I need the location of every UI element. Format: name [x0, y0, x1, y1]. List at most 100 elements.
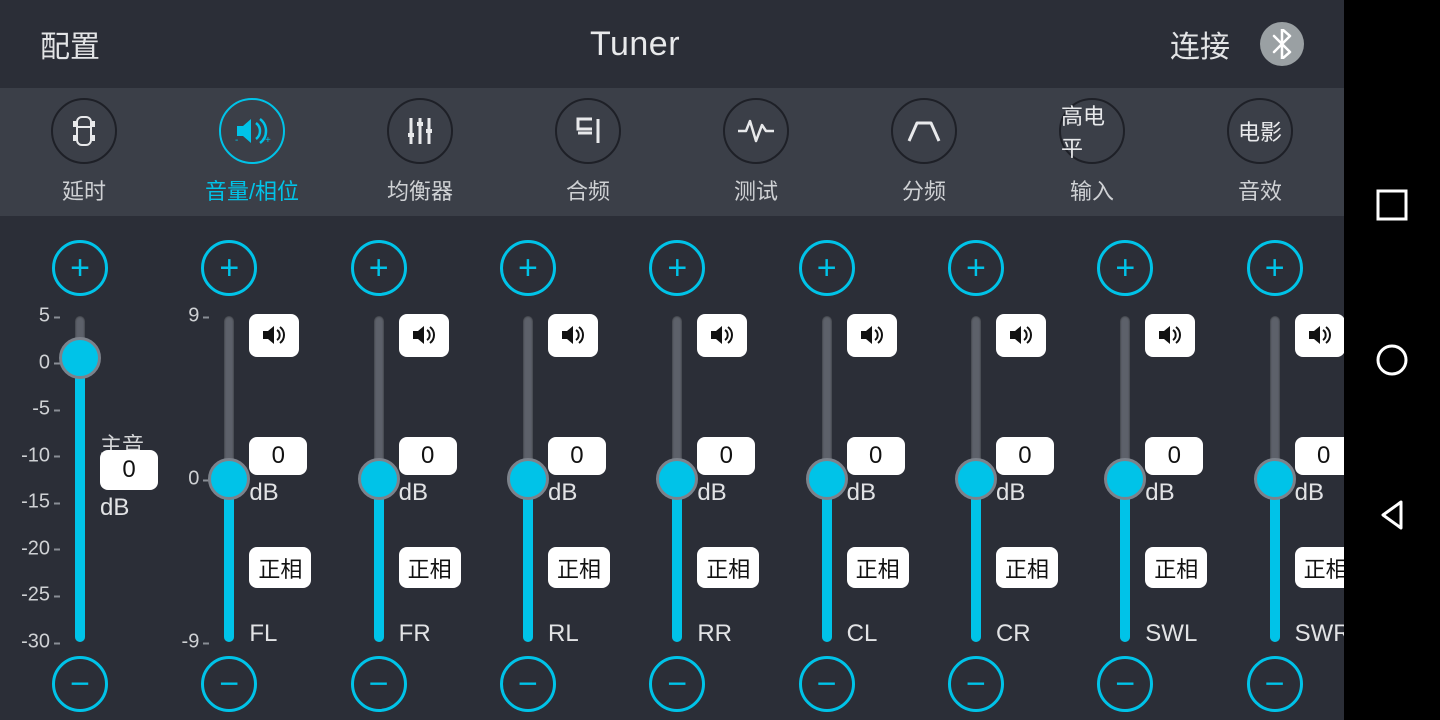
effect-icon: 电影	[1227, 98, 1293, 164]
svg-text:+: +	[265, 135, 271, 146]
tab-label: 音量/相位	[205, 174, 299, 206]
plus-fr-button[interactable]: +	[351, 240, 407, 296]
page-title: Tuner	[590, 25, 680, 64]
channel-name-label: FR	[399, 620, 431, 648]
slider-rl[interactable]	[510, 310, 550, 648]
mute-swr-button[interactable]	[1295, 314, 1345, 357]
tab-input[interactable]: 高电平 输入	[1008, 88, 1176, 216]
mute-rl-button[interactable]	[548, 314, 598, 357]
channel-scale: 9 0 -9	[177, 316, 205, 642]
unit-swr: dB	[1295, 479, 1324, 507]
tab-eq[interactable]: 均衡器	[336, 88, 504, 216]
channel-rr: 0 dB 正相 RR	[597, 310, 746, 648]
xover-icon	[891, 98, 957, 164]
tab-effect[interactable]: 电影 音效	[1176, 88, 1344, 216]
mute-fr-button[interactable]	[399, 314, 449, 357]
bluetooth-icon[interactable]	[1260, 22, 1304, 66]
config-button[interactable]: 配置	[40, 22, 100, 66]
eq-icon	[387, 98, 453, 164]
mixer-area: + + + + + + + + + 50-5-10-15-20-25-30 主音量 0 dB 9…	[0, 216, 1344, 720]
channel-name-label: RL	[548, 620, 579, 648]
minus-rr-button[interactable]: −	[649, 656, 705, 712]
recent-apps-icon[interactable]	[1375, 188, 1409, 222]
slider-fr[interactable]	[361, 310, 401, 648]
channel-swr: 0 dB 正相 SWR	[1195, 310, 1344, 648]
channel-name-label: FL	[249, 620, 277, 648]
mute-cl-button[interactable]	[847, 314, 897, 357]
plus-rr-button[interactable]: +	[649, 240, 705, 296]
channel-fl: 9 0 -9 0 dB 正相 FL	[149, 310, 298, 648]
slider-swr[interactable]	[1257, 310, 1297, 648]
master-scale: 50-5-10-15-20-25-30	[8, 316, 56, 642]
minus-rl-button[interactable]: −	[500, 656, 556, 712]
unit-swl: dB	[1145, 479, 1174, 507]
tab-volume[interactable]: -+ 音量/相位	[168, 88, 336, 216]
connect-button[interactable]: 连接	[1170, 22, 1230, 66]
unit-cr: dB	[996, 479, 1025, 507]
tab-delay[interactable]: 延时	[0, 88, 168, 216]
tab-label: 音效	[1238, 174, 1282, 206]
channel-name-label: RR	[697, 620, 732, 648]
master-unit: dB	[100, 494, 129, 522]
minus-fl-button[interactable]: −	[201, 656, 257, 712]
slider-rr[interactable]	[659, 310, 699, 648]
slider-cl[interactable]	[809, 310, 849, 648]
plus-fl-button[interactable]: +	[201, 240, 257, 296]
app-header: 配置 Tuner 连接	[0, 0, 1344, 88]
plus-cr-button[interactable]: +	[948, 240, 1004, 296]
back-icon[interactable]	[1375, 498, 1409, 532]
plus-rl-button[interactable]: +	[500, 240, 556, 296]
master-channel: 50-5-10-15-20-25-30 主音量 0 dB	[0, 310, 149, 648]
master-slider[interactable]	[62, 310, 102, 648]
tab-label: 均衡器	[387, 174, 453, 206]
tab-xover[interactable]: 分频	[840, 88, 1008, 216]
channel-name-label: CR	[996, 620, 1031, 648]
channel-name-label: CL	[847, 620, 878, 648]
delay-icon	[51, 98, 117, 164]
minus-fr-button[interactable]: −	[351, 656, 407, 712]
slider-fl[interactable]	[211, 310, 251, 648]
tab-strip: 延时-+ 音量/相位 均衡器 合频 测试 分频高电平 输入电影 音效	[0, 88, 1344, 216]
android-nav-bar	[1344, 0, 1440, 720]
input-icon: 高电平	[1059, 98, 1125, 164]
minus-cl-button[interactable]: −	[799, 656, 855, 712]
slider-cr[interactable]	[958, 310, 998, 648]
minus-cr-button[interactable]: −	[948, 656, 1004, 712]
tab-label: 合频	[566, 174, 610, 206]
tab-test[interactable]: 测试	[672, 88, 840, 216]
tab-label: 延时	[62, 174, 106, 206]
channel-name-label: SWR	[1295, 620, 1351, 648]
plus-cl-button[interactable]: +	[799, 240, 855, 296]
plus-master-button[interactable]: +	[52, 240, 108, 296]
volume-icon: -+	[219, 98, 285, 164]
unit-fl: dB	[249, 479, 278, 507]
channel-swl: 0 dB 正相 SWL	[1045, 310, 1194, 648]
tab-label: 输入	[1070, 174, 1114, 206]
unit-fr: dB	[399, 479, 428, 507]
mute-swl-button[interactable]	[1145, 314, 1195, 357]
plus-swl-button[interactable]: +	[1097, 240, 1153, 296]
mute-rr-button[interactable]	[697, 314, 747, 357]
unit-rr: dB	[697, 479, 726, 507]
minus-swl-button[interactable]: −	[1097, 656, 1153, 712]
effect-text-icon: 电影	[1238, 115, 1282, 147]
plus-swr-button[interactable]: +	[1247, 240, 1303, 296]
mute-fl-button[interactable]	[249, 314, 299, 357]
home-icon[interactable]	[1374, 342, 1410, 378]
channel-cr: 0 dB 正相 CR	[896, 310, 1045, 648]
tab-label: 分频	[902, 174, 946, 206]
minus-master-button[interactable]: −	[52, 656, 108, 712]
test-icon	[723, 98, 789, 164]
channel-name-label: SWL	[1145, 620, 1197, 648]
input-text-icon: 高电平	[1061, 99, 1123, 163]
tab-merge[interactable]: 合频	[504, 88, 672, 216]
merge-icon	[555, 98, 621, 164]
slider-swl[interactable]	[1107, 310, 1147, 648]
unit-cl: dB	[847, 479, 876, 507]
channel-cl: 0 dB 正相 CL	[747, 310, 896, 648]
channel-fr: 0 dB 正相 FR	[299, 310, 448, 648]
mute-cr-button[interactable]	[996, 314, 1046, 357]
channel-rl: 0 dB 正相 RL	[448, 310, 597, 648]
unit-rl: dB	[548, 479, 577, 507]
minus-swr-button[interactable]: −	[1247, 656, 1303, 712]
